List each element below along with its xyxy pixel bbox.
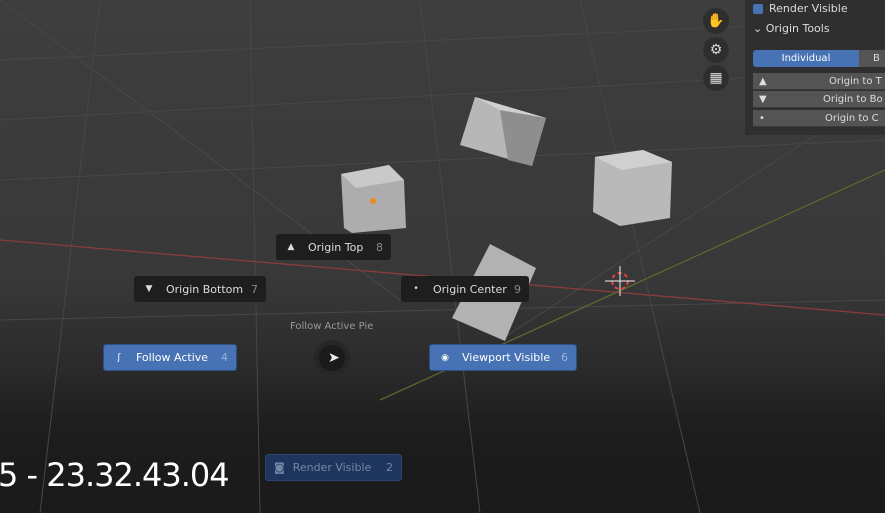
pie-item-follow-active[interactable]: ʃ Follow Active 4 <box>103 344 237 371</box>
triangle-up-icon: ▲ <box>759 75 767 87</box>
triangle-up-icon: ▲ <box>287 242 295 252</box>
item-label: Viewport Visible <box>462 351 551 364</box>
row-label: Origin to Bo <box>823 93 883 105</box>
item-key: 7 <box>251 282 258 296</box>
dot-icon: • <box>413 284 419 294</box>
pie-menu-title: Follow Active Pie <box>290 321 374 332</box>
segment-individual[interactable]: Individual <box>753 50 859 67</box>
item-key: 8 <box>376 240 383 254</box>
origin-tools-header[interactable]: ⌄ Origin Tools <box>753 22 830 35</box>
dot-icon: • <box>759 112 765 124</box>
hand-icon[interactable]: ✋ <box>703 8 729 34</box>
item-key: 4 <box>221 351 228 364</box>
camera-icon[interactable]: ⚙ <box>703 37 729 63</box>
triangle-down-icon: ▼ <box>145 284 153 294</box>
cube[interactable] <box>593 150 672 226</box>
item-label: Render Visible <box>292 461 372 474</box>
origin-to-center-button[interactable]: • Origin to C <box>753 110 885 127</box>
eye-icon: ◉ <box>441 352 449 363</box>
mode-toggle: Individual B <box>753 50 885 67</box>
cube[interactable] <box>460 97 546 166</box>
section-title: Origin Tools <box>765 22 830 35</box>
render-visible-checkbox[interactable] <box>753 3 763 14</box>
camera-icon: ◙ <box>274 461 285 474</box>
segment-b[interactable]: B <box>859 50 885 67</box>
curve-icon: ʃ <box>117 352 121 363</box>
origin-to-top-button[interactable]: ▲ Origin to T <box>753 73 885 90</box>
row-label: Origin to T <box>829 75 882 87</box>
pie-item-viewport-visible[interactable]: ◉ Viewport Visible 6 <box>429 344 577 371</box>
chevron-down-icon: ⌄ <box>753 22 766 35</box>
grid-icon[interactable]: ▦ <box>703 65 729 91</box>
row-label: Origin to C <box>825 112 879 124</box>
origin-to-bottom-button[interactable]: ▼ Origin to Bo <box>753 91 885 108</box>
cube[interactable] <box>341 165 406 233</box>
timestamp-overlay: 5 - 23.32.43.04 <box>0 456 230 494</box>
item-label: Origin Bottom <box>166 282 244 296</box>
item-label: Origin Center <box>433 282 507 296</box>
render-visible-label: Render Visible <box>769 2 848 15</box>
item-label: Origin Top <box>308 240 364 254</box>
item-key: 2 <box>386 461 393 474</box>
pie-item-origin-center[interactable]: • Origin Center 9 <box>401 276 529 302</box>
item-key: 9 <box>514 282 521 296</box>
mouse-cursor-icon: ➤ <box>328 350 340 366</box>
sidebar-panel: Render Visible ⌄ Origin Tools Individual… <box>745 0 885 135</box>
pie-item-origin-bottom[interactable]: ▼ Origin Bottom 7 <box>134 276 266 302</box>
pie-item-origin-top[interactable]: ▲ Origin Top 8 <box>276 234 391 260</box>
triangle-down-icon: ▼ <box>759 93 767 105</box>
item-label: Follow Active <box>136 351 209 364</box>
pie-item-render-visible[interactable]: ◙ Render Visible 2 <box>265 454 402 481</box>
item-key: 6 <box>561 351 568 364</box>
